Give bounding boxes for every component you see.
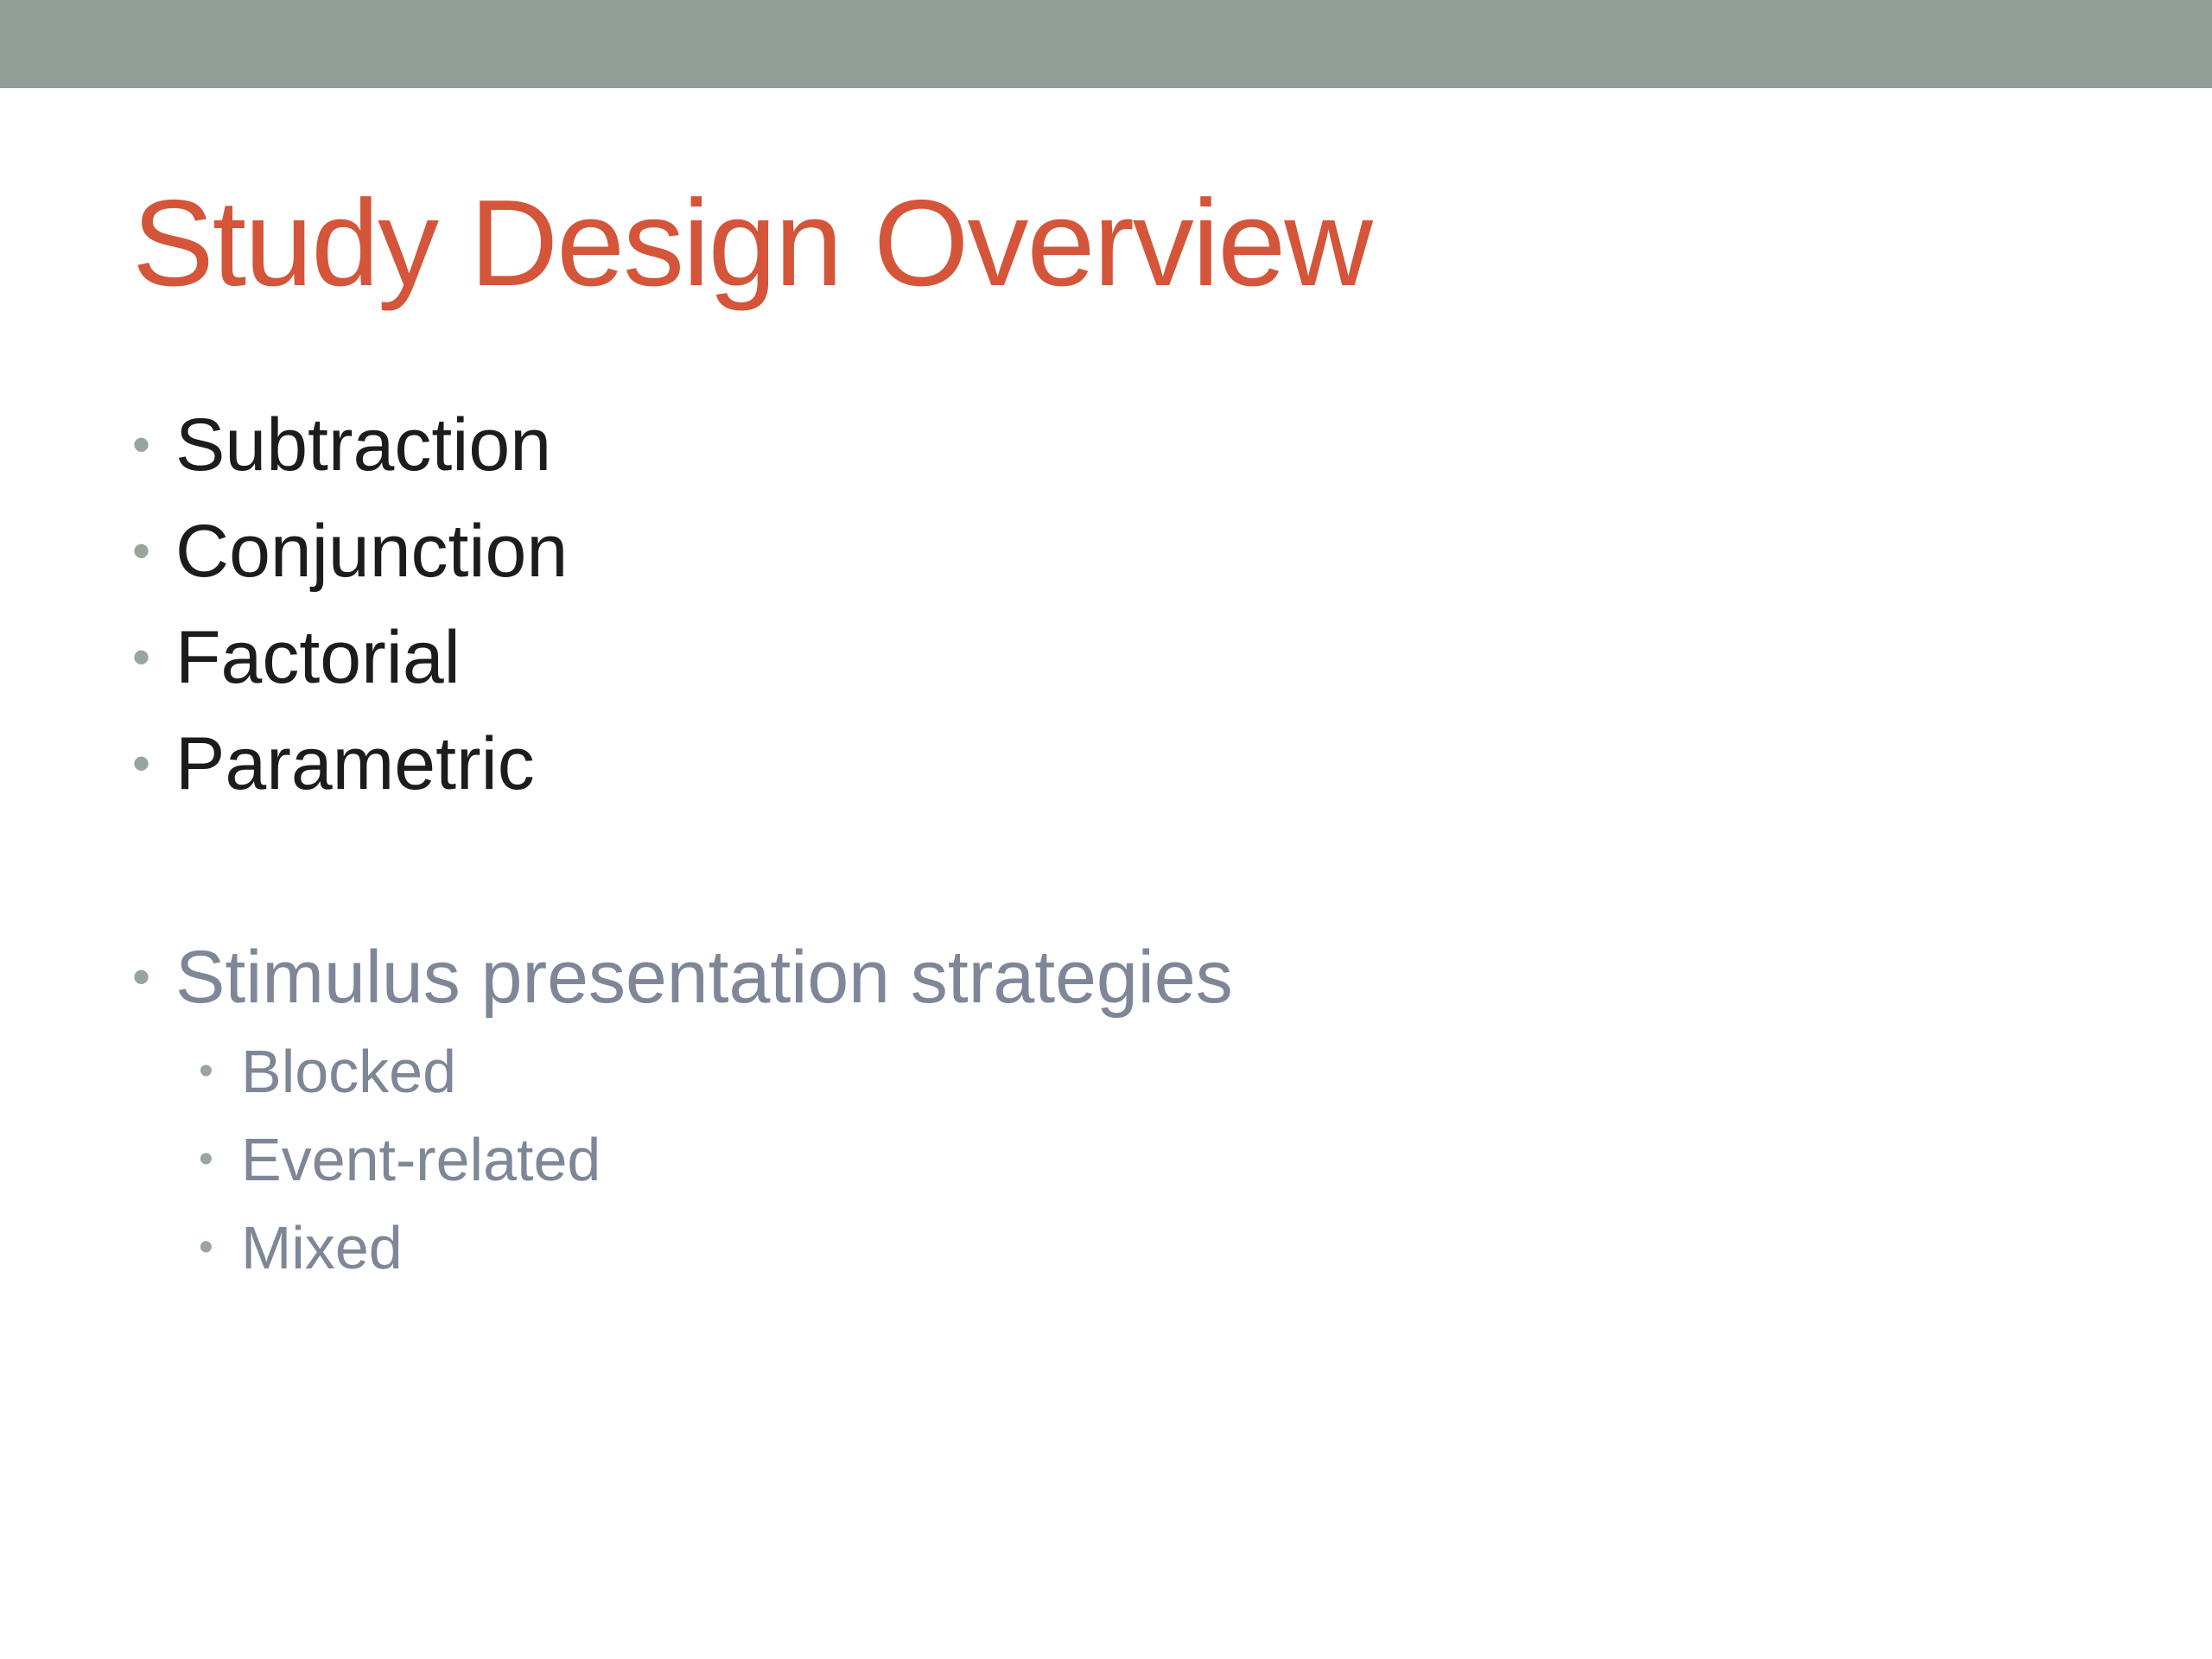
top-accent-band: [0, 0, 2212, 88]
list-item: • Subtraction: [132, 402, 551, 488]
bullet-icon: •: [199, 1136, 213, 1182]
sub-list-item: • Mixed: [199, 1209, 403, 1287]
sub-list-item-label: Event-related: [241, 1126, 601, 1193]
strategies-label: Stimulus presentation strategies: [175, 936, 1233, 1019]
slide-title: Study Design Overview: [132, 175, 1373, 312]
sub-list-item: • Blocked: [199, 1033, 456, 1110]
bullet-icon: •: [199, 1224, 213, 1270]
list-item-label: Conjunction: [175, 510, 569, 593]
list-item-label: Factorial: [175, 616, 461, 699]
bullet-icon: •: [132, 522, 151, 580]
bullet-icon: •: [199, 1048, 213, 1094]
bullet-icon: •: [132, 416, 151, 474]
list-item-label: Subtraction: [175, 404, 552, 486]
bullet-icon: •: [132, 948, 151, 1006]
sub-list-item: • Event-related: [199, 1121, 601, 1198]
list-item: • Factorial: [132, 614, 461, 701]
sub-list-item-label: Blocked: [241, 1038, 457, 1105]
bullet-icon: •: [132, 734, 151, 792]
list-item-label: Parametric: [175, 722, 535, 805]
bullet-icon: •: [132, 628, 151, 686]
sub-list-item-label: Mixed: [241, 1214, 403, 1281]
list-item: • Parametric: [132, 721, 535, 807]
list-item: • Conjunction: [132, 508, 568, 594]
strategies-heading: • Stimulus presentation strategies: [132, 934, 1233, 1020]
